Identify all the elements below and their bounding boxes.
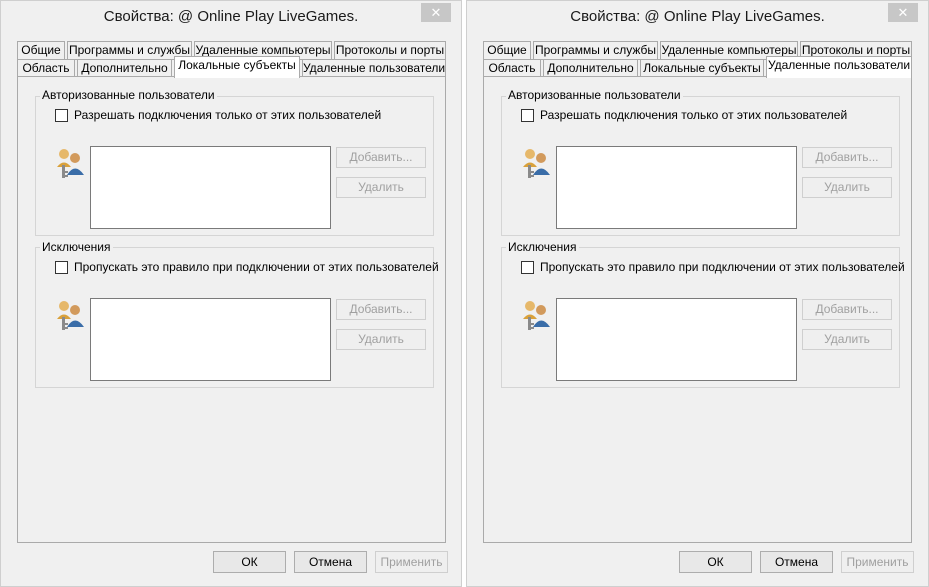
authorized-add-button[interactable]: Добавить...	[802, 147, 892, 168]
authorized-users-list[interactable]	[90, 146, 331, 229]
title-bar[interactable]: Свойства: @ Online Play LiveGames. ✕	[1, 1, 461, 33]
close-button[interactable]: ✕	[421, 3, 451, 22]
apply-button[interactable]: Применить	[841, 551, 914, 573]
ok-button[interactable]: ОК	[679, 551, 752, 573]
tab-general[interactable]: Общие	[17, 41, 65, 60]
title-bar[interactable]: Свойства: @ Online Play LiveGames. ✕	[467, 1, 928, 33]
window-title: Свойства: @ Online Play LiveGames.	[103, 8, 359, 25]
tab-local-principals[interactable]: Локальные субъекты	[174, 56, 300, 78]
exceptions-label: Исключения	[40, 240, 113, 254]
tab-panel: Авторизованные пользователи Разрешать по…	[17, 76, 446, 543]
properties-dialog-right: Свойства: @ Online Play LiveGames. ✕ Общ…	[466, 0, 929, 587]
exceptions-remove-button[interactable]: Удалить	[802, 329, 892, 350]
users-key-icon	[523, 301, 550, 330]
ok-button[interactable]: ОК	[213, 551, 286, 573]
skip-rule-checkbox[interactable]	[521, 261, 534, 274]
users-key-icon	[57, 149, 84, 178]
users-key-icon	[57, 301, 84, 330]
authorized-users-label: Авторизованные пользователи	[40, 88, 217, 102]
allow-only-these-users-label: Разрешать подключения только от этих пол…	[74, 108, 382, 122]
exceptions-label: Исключения	[506, 240, 579, 254]
allow-only-these-users-checkbox[interactable]	[521, 109, 534, 122]
tab-general[interactable]: Общие	[483, 41, 531, 60]
exceptions-add-button[interactable]: Добавить...	[802, 299, 892, 320]
exceptions-list[interactable]	[90, 298, 331, 381]
tab-panel: Авторизованные пользователи Разрешать по…	[483, 76, 912, 543]
window-title: Свойства: @ Online Play LiveGames.	[570, 8, 825, 25]
apply-button[interactable]: Применить	[375, 551, 448, 573]
exceptions-add-button[interactable]: Добавить...	[336, 299, 426, 320]
allow-only-these-users-label: Разрешать подключения только от этих пол…	[540, 108, 848, 122]
exceptions-list[interactable]	[556, 298, 797, 381]
authorized-users-list[interactable]	[556, 146, 797, 229]
tab-remote-users[interactable]: Удаленные пользователи	[766, 56, 912, 78]
allow-only-these-users-checkbox[interactable]	[55, 109, 68, 122]
skip-rule-checkbox[interactable]	[55, 261, 68, 274]
cancel-button[interactable]: Отмена	[760, 551, 833, 573]
authorized-remove-button[interactable]: Удалить	[336, 177, 426, 198]
authorized-users-label: Авторизованные пользователи	[506, 88, 683, 102]
tab-programs-services[interactable]: Программы и службы	[533, 41, 658, 60]
skip-rule-label: Пропускать это правило при подключении о…	[540, 260, 905, 274]
skip-rule-label: Пропускать это правило при подключении о…	[74, 260, 439, 274]
authorized-add-button[interactable]: Добавить...	[336, 147, 426, 168]
users-key-icon	[523, 149, 550, 178]
properties-dialog-left: Свойства: @ Online Play LiveGames. ✕ Общ…	[0, 0, 462, 587]
authorized-remove-button[interactable]: Удалить	[802, 177, 892, 198]
exceptions-remove-button[interactable]: Удалить	[336, 329, 426, 350]
tab-protocols-ports[interactable]: Протоколы и порты	[334, 41, 446, 60]
cancel-button[interactable]: Отмена	[294, 551, 367, 573]
close-button[interactable]: ✕	[888, 3, 918, 22]
